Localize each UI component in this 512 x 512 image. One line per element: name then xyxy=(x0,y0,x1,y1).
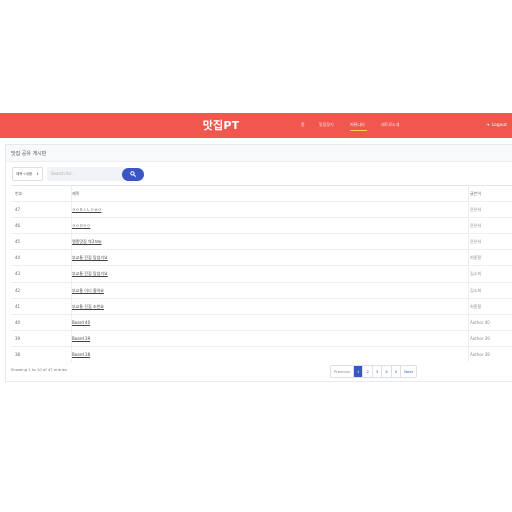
post-author: 윤은하 xyxy=(470,207,482,213)
post-title-link[interactable]: 부교통 진집 탐엄거요 xyxy=(72,271,108,277)
post-author: 허종철 xyxy=(470,303,482,309)
post-number: 46 xyxy=(15,223,21,229)
brand-logo[interactable]: 맛집PT xyxy=(0,117,442,133)
search-icon xyxy=(130,171,136,177)
table-row[interactable]: 39 Board 39 Author 39 xyxy=(11,329,512,346)
post-author: 허종철 xyxy=(470,255,482,261)
board-panel: 맛집 공유 게시판 제목+내용 ⇕ Search for... 번호 제목 글쓴… xyxy=(5,144,512,382)
table-row[interactable]: 42 부교통 이디 졸아요 김소희 xyxy=(11,281,512,298)
post-title-link[interactable]: 부교통 이디 졸아요 xyxy=(72,288,104,294)
logout-link[interactable]: ➜ Logout xyxy=(486,122,507,128)
post-number: 45 xyxy=(15,239,21,245)
post-number: 42 xyxy=(15,287,21,293)
table-row[interactable]: 40 Board 40 Author 40 xyxy=(11,313,512,330)
pagination-page[interactable]: 2 xyxy=(363,366,373,377)
nav-item-community[interactable]: 커뮤니티 xyxy=(350,122,367,131)
post-title-link[interactable]: Board 40 xyxy=(72,320,90,325)
nav-item-home[interactable]: 홈 xyxy=(301,122,305,128)
column-header-num[interactable]: 번호 xyxy=(15,191,22,197)
post-author: Author 39 xyxy=(470,335,490,341)
post-author: 윤은하 xyxy=(470,239,482,245)
table-row[interactable]: 38 Board 38 Author 38 xyxy=(11,345,512,362)
post-title-link[interactable]: 부교통 진집 탐엄거요 xyxy=(72,255,108,261)
pagination-page[interactable]: 4 xyxy=(382,366,392,377)
post-title-link[interactable]: ㅇㅇㅍㅅㄴㅇㅂㅇ xyxy=(72,207,101,213)
table-info: Showing 1 to 10 of 47 entries xyxy=(11,367,68,372)
post-number: 41 xyxy=(15,303,21,309)
column-header-author[interactable]: 글쓴이 xyxy=(470,191,481,197)
pagination: Previous 1 2 3 4 5 Next xyxy=(330,365,418,378)
pagination-next[interactable]: Next xyxy=(401,366,417,377)
search-input[interactable]: Search for... xyxy=(47,167,125,181)
post-author: 윤은하 xyxy=(470,223,482,229)
pagination-previous[interactable]: Previous xyxy=(331,366,355,377)
column-header-title[interactable]: 제목 xyxy=(72,191,79,197)
post-author: 김소희 xyxy=(470,271,482,277)
logout-label: Logout xyxy=(491,123,507,128)
table-header-row: 번호 제목 글쓴이 xyxy=(11,185,512,201)
pagination-page[interactable]: 1 xyxy=(354,366,364,377)
panel-header: 맛집 공유 게시판 xyxy=(6,145,512,162)
post-author: Author 38 xyxy=(470,351,490,357)
post-number: 40 xyxy=(15,319,21,325)
table-row[interactable]: 47 ㅇㅇㅍㅅㄴㅇㅂㅇ 윤은하 xyxy=(11,201,512,217)
nav-item-retro-intro[interactable]: 레트로소개 xyxy=(381,122,399,128)
table-row[interactable]: 46 ㅇㅇㅁㅇㅇ 윤은하 xyxy=(11,217,512,233)
pagination-page[interactable]: 3 xyxy=(372,366,383,377)
post-title-link[interactable]: ㅇㅇㅁㅇㅇ xyxy=(72,223,90,229)
table-row[interactable]: 45 맹종맛집 싹3꼬씨 윤은하 xyxy=(11,233,512,249)
post-number: 44 xyxy=(15,255,21,261)
search-filter-select[interactable]: 제목+내용 ⇕ xyxy=(12,167,43,181)
post-number: 38 xyxy=(15,351,21,357)
post-title-link[interactable]: Board 38 xyxy=(72,352,90,357)
post-title-link[interactable]: 부교통 진집 조천요 xyxy=(72,304,104,310)
post-author: 김소희 xyxy=(470,287,482,293)
top-navbar: 맛집PT 홈 맛집찾기 커뮤니티 레트로소개 ➜ Logout xyxy=(0,113,512,138)
table-row[interactable]: 43 부교통 진집 탐엄거요 김소희 xyxy=(11,265,512,281)
table-row[interactable]: 44 부교통 진집 탐엄거요 허종철 xyxy=(11,249,512,265)
arrow-right-icon: ➜ xyxy=(486,122,490,127)
post-title-link[interactable]: 맹종맛집 싹3꼬씨 xyxy=(72,239,102,245)
sort-caret-icon: ⇕ xyxy=(36,172,39,176)
post-number: 47 xyxy=(15,207,21,213)
nav-item-find-restaurants[interactable]: 맛집찾기 xyxy=(319,122,334,128)
post-title-link[interactable]: Board 39 xyxy=(72,336,90,341)
search-button[interactable] xyxy=(122,168,144,181)
post-number: 43 xyxy=(15,271,21,277)
post-author: Author 40 xyxy=(470,319,490,325)
page-title: 맛집 공유 게시판 xyxy=(11,151,47,157)
search-filter-value: 제목+내용 xyxy=(16,172,33,176)
board-table: 번호 제목 글쓴이 47 ㅇㅇㅍㅅㄴㅇㅂㅇ 윤은하 46 ㅇㅇㅁㅇㅇ 윤은하 45 맹종맛집 … xyxy=(11,185,512,363)
post-number: 39 xyxy=(15,335,21,341)
table-row[interactable]: 41 부교통 진집 조천요 허종철 xyxy=(11,297,512,314)
pagination-page[interactable]: 5 xyxy=(391,366,402,377)
